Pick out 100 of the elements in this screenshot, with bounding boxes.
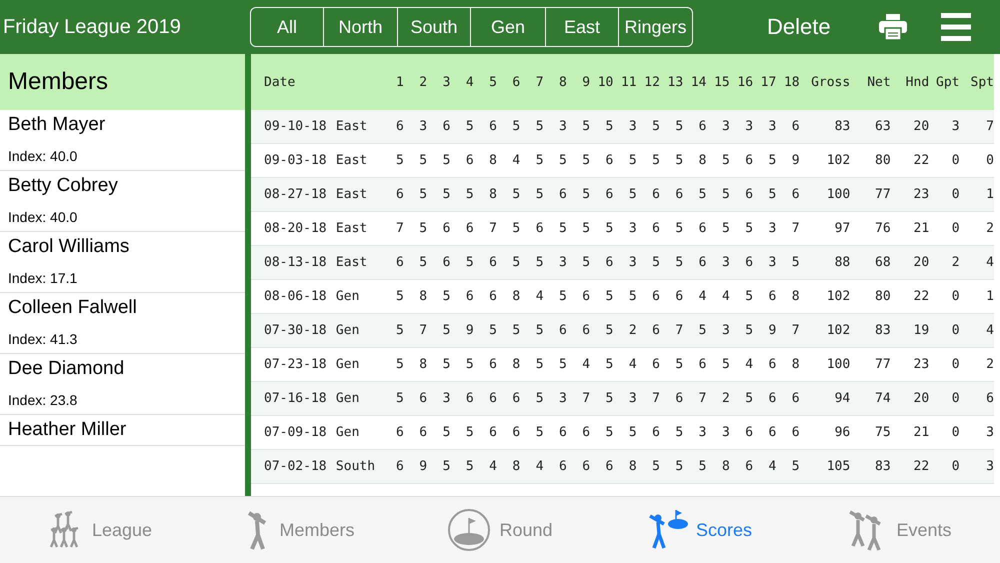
table-cell: 7	[566, 382, 590, 416]
member-name[interactable]: Carol Williams	[8, 232, 245, 262]
member-name[interactable]: Colleen Falwell	[8, 293, 245, 323]
table-cell: 6	[474, 246, 497, 280]
table-cell: 3	[613, 110, 637, 144]
tab-item[interactable]: Events	[800, 497, 1000, 563]
table-cell: 6	[380, 246, 404, 280]
table-cell: 5	[450, 450, 474, 484]
table-cell: East	[328, 178, 381, 212]
table-cell: 5	[566, 246, 590, 280]
table-cell: 5	[520, 110, 544, 144]
printer-icon[interactable]	[878, 14, 907, 40]
table-cell: 2	[929, 246, 960, 280]
table-cell: 5	[706, 178, 730, 212]
member-name[interactable]: Heather Miller	[8, 415, 245, 445]
table-cell: 6	[776, 178, 800, 212]
column-header: 18	[776, 54, 800, 110]
table-cell: 4	[753, 450, 776, 484]
column-header: 5	[474, 54, 497, 110]
flag-icon	[447, 508, 492, 552]
table-cell: 8	[474, 178, 497, 212]
table-cell: 3	[404, 110, 428, 144]
table-cell: 8	[496, 450, 520, 484]
column-header: 7	[520, 54, 544, 110]
table-cell: 5	[450, 110, 474, 144]
column-header: 8	[544, 54, 567, 110]
member-name[interactable]: Beth Mayer	[8, 110, 245, 140]
table-cell: 5	[590, 314, 614, 348]
delete-button[interactable]: Delete	[767, 14, 831, 40]
filter-segment[interactable]: North	[323, 8, 397, 46]
filter-segment[interactable]: East	[545, 8, 618, 46]
column-header: 16	[730, 54, 754, 110]
table-cell: 5	[520, 314, 544, 348]
table-cell: 63	[850, 110, 891, 144]
table-cell: 5	[427, 178, 450, 212]
table-cell: 07-02-18	[251, 450, 328, 484]
tab-item[interactable]: League	[0, 497, 200, 563]
table-cell: 2	[613, 314, 637, 348]
column-header: 3	[427, 54, 450, 110]
table-cell: 6	[427, 110, 450, 144]
table-cell: 9	[450, 314, 474, 348]
table-cell: 6	[566, 314, 590, 348]
column-header: 1	[380, 54, 404, 110]
filter-segment[interactable]: Ringers	[618, 8, 692, 46]
member-name[interactable]: Betty Cobrey	[8, 171, 245, 201]
table-cell: 6	[404, 382, 428, 416]
table-cell: 6	[474, 110, 497, 144]
table-cell: 6	[544, 178, 567, 212]
table-cell: 88	[800, 246, 850, 280]
table-cell: 6	[450, 382, 474, 416]
filter-segment[interactable]: All	[251, 8, 323, 46]
table-cell: 6	[590, 178, 614, 212]
tab-item[interactable]: Members	[200, 497, 400, 563]
table-cell: 6	[544, 314, 567, 348]
table-cell: 20	[890, 110, 930, 144]
table-cell: 7	[683, 382, 706, 416]
table-cell: 0	[929, 314, 960, 348]
table-cell: 5	[776, 246, 800, 280]
table-cell: 3	[929, 110, 960, 144]
table-cell: 6	[776, 382, 800, 416]
table-cell: 4	[474, 450, 497, 484]
table-cell: South	[328, 450, 381, 484]
table-cell: 7	[660, 314, 684, 348]
golfer-flag-icon	[648, 510, 688, 550]
table-cell: 09-10-18	[251, 110, 328, 144]
menu-icon[interactable]	[940, 13, 971, 41]
table-cell: 20	[890, 246, 930, 280]
table-cell: 6	[683, 246, 706, 280]
table-cell: 07-16-18	[251, 382, 328, 416]
table-cell: 5	[496, 246, 520, 280]
column-header: Net	[850, 54, 891, 110]
table-cell: 5	[496, 314, 520, 348]
table-cell: 5	[660, 450, 684, 484]
column-header: 17	[753, 54, 776, 110]
table-cell: 6	[496, 382, 520, 416]
table-cell: 22	[890, 450, 930, 484]
table-cell: 6	[636, 178, 660, 212]
table-cell: 7	[776, 314, 800, 348]
tab-item[interactable]: Scores	[600, 497, 800, 563]
table-cell: 5	[474, 314, 497, 348]
table-cell: 4	[960, 246, 994, 280]
table-cell: 5	[636, 246, 660, 280]
tab-item[interactable]: Round	[400, 497, 600, 563]
table-cell: 4	[520, 450, 544, 484]
table-cell: 5	[496, 178, 520, 212]
table-cell: 08-27-18	[251, 178, 328, 212]
column-header: Gross	[800, 54, 850, 110]
table-cell: 7	[404, 314, 428, 348]
table-cell: Gen	[328, 382, 381, 416]
table-cell: 3	[544, 110, 567, 144]
member-name[interactable]: Dee Diamond	[8, 354, 245, 384]
table-cell: 6	[730, 178, 754, 212]
table-cell: 5	[404, 246, 428, 280]
table-cell: 4	[960, 314, 994, 348]
filter-segment[interactable]: Gen	[470, 8, 545, 46]
filter-segment[interactable]: South	[397, 8, 470, 46]
table-cell: 3	[706, 110, 730, 144]
table-cell: 5	[427, 314, 450, 348]
table-cell: 83	[850, 450, 891, 484]
table-cell: 3	[706, 314, 730, 348]
